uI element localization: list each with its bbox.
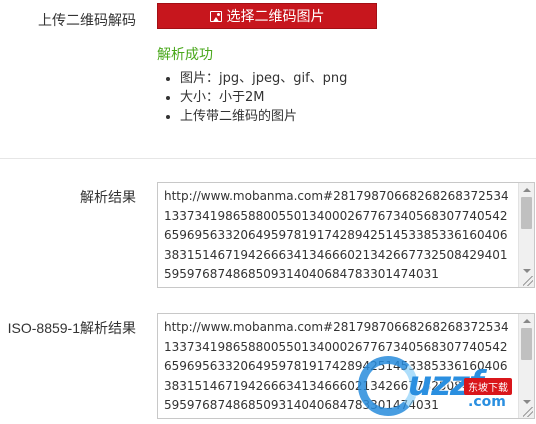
scroll-up-arrow-icon[interactable] <box>523 319 531 323</box>
result-label: 解析结果 <box>80 189 136 205</box>
choose-qr-image-button[interactable]: 选择二维码图片 <box>157 3 377 29</box>
watermark-suffix: .com <box>468 394 506 410</box>
tip-format: 图片：jpg、jpeg、gif、png <box>180 69 347 88</box>
scroll-down-arrow-icon[interactable] <box>523 269 531 273</box>
scroll-thumb[interactable] <box>521 197 532 229</box>
result-scrollbar[interactable] <box>518 183 534 287</box>
section-divider <box>0 158 536 159</box>
choose-qr-image-label: 选择二维码图片 <box>226 9 325 25</box>
resize-grip-icon[interactable] <box>523 276 533 286</box>
parse-status: 解析成功 <box>157 47 213 63</box>
scroll-up-arrow-icon[interactable] <box>523 188 531 192</box>
tip-content: 上传带二维码的图片 <box>180 107 347 126</box>
result-text[interactable]: http://www.mobanma.com#28179870668268268… <box>164 187 514 285</box>
image-icon <box>209 10 222 22</box>
watermark-badge: 东坡下载 <box>464 378 512 395</box>
result-textarea[interactable]: http://www.mobanma.com#28179870668268268… <box>157 182 535 288</box>
upload-tips: 图片：jpg、jpeg、gif、png 大小：小于2M 上传带二维码的图片 <box>180 69 347 126</box>
uzzf-watermark-logo: uzzf 东坡下载 .com <box>358 356 534 418</box>
iso-result-label: ISO-8859-1解析结果 <box>7 320 136 336</box>
tip-size: 大小：小于2M <box>180 88 347 107</box>
upload-label: 上传二维码解码 <box>38 12 136 28</box>
